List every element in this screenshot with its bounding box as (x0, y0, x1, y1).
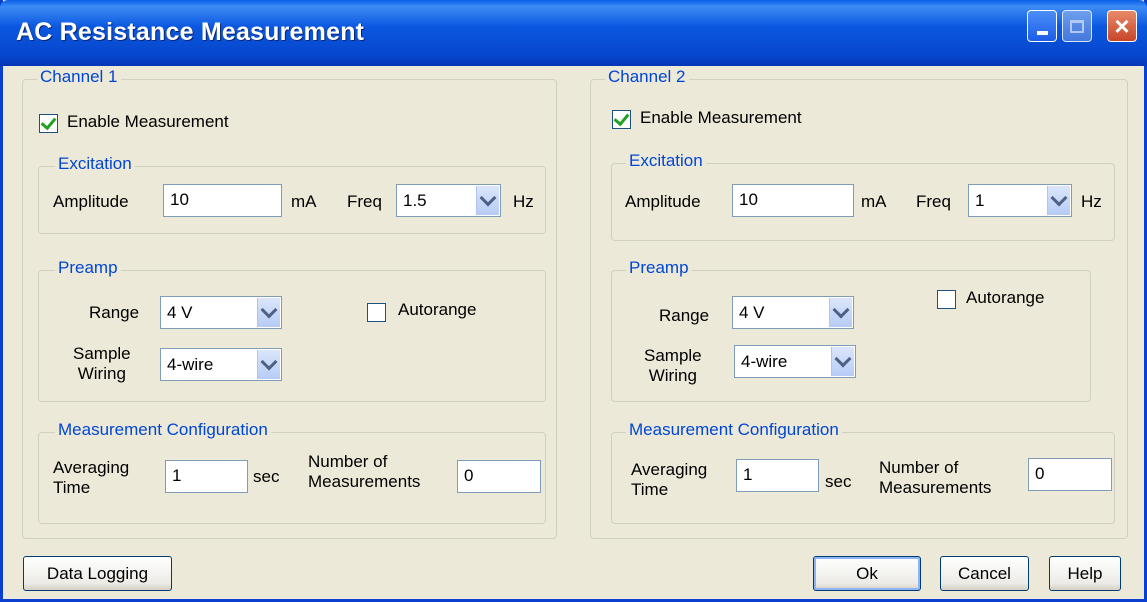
channel-2-freq-value: 1 (975, 191, 985, 210)
channel-2-averaging-label-line1: Averaging (631, 460, 708, 479)
channel-2-range-value: 4 V (739, 303, 765, 322)
channel-2-preamp-title: Preamp (626, 258, 692, 278)
channel-1-range-select[interactable]: 4 V (160, 296, 282, 329)
channel-1-config-title: Measurement Configuration (55, 420, 271, 440)
maximize-button[interactable] (1062, 10, 1092, 42)
cancel-button[interactable]: Cancel (940, 556, 1029, 591)
chevron-down-icon[interactable] (829, 298, 852, 327)
channel-1-wiring-label-line1: Sample (73, 344, 131, 363)
channel-2-autorange-label[interactable]: Autorange (966, 288, 1044, 308)
channel-1-preamp-title: Preamp (55, 258, 121, 278)
chevron-down-icon[interactable] (257, 298, 280, 327)
chevron-down-icon[interactable] (476, 186, 499, 215)
channel-2-config-title: Measurement Configuration (626, 420, 842, 440)
channel-2-averaging-input[interactable]: 1 (736, 459, 819, 492)
channel-1-autorange-checkbox[interactable] (367, 303, 386, 322)
channel-1-freq-value: 1.5 (403, 191, 427, 210)
channel-2-count-input[interactable]: 0 (1028, 458, 1112, 491)
ok-button[interactable]: Ok (813, 556, 921, 591)
channel-2-amplitude-unit: mA (861, 192, 887, 211)
window-title: AC Resistance Measurement (16, 18, 365, 46)
channel-1-freq-label: Freq (347, 192, 382, 211)
channel-1-averaging-input[interactable]: 1 (165, 460, 248, 493)
channel-2-freq-label: Freq (916, 192, 951, 211)
channel-2-amplitude-input[interactable]: 10 (732, 184, 854, 217)
checkmark-icon (613, 109, 630, 126)
channel-2-freq-select[interactable]: 1 (968, 184, 1072, 217)
minimize-button[interactable] (1027, 10, 1057, 42)
channel-1-count-label: Number of Measurements (308, 452, 420, 492)
channel-2-averaging-unit: sec (825, 472, 852, 491)
channel-2-wiring-value: 4-wire (741, 352, 788, 371)
channel-2-count-label: Number of Measurements (879, 458, 991, 498)
channel-2-wiring-select[interactable]: 4-wire (734, 345, 856, 378)
help-button[interactable]: Help (1049, 556, 1121, 591)
channel-1-autorange-label[interactable]: Autorange (398, 300, 476, 320)
channel-1-title: Channel 1 (37, 67, 121, 87)
maximize-icon (1070, 19, 1084, 33)
channel-2-amplitude-label: Amplitude (625, 192, 701, 211)
channel-2-title: Channel 2 (605, 67, 689, 87)
channel-2-wiring-label: Sample Wiring (644, 346, 702, 386)
channel-2-wiring-label-line1: Sample (644, 346, 702, 365)
dialog-window: AC Resistance Measurement × Channel 1 En… (0, 0, 1147, 602)
channel-2-range-label: Range (659, 306, 710, 325)
close-icon: × (1114, 11, 1130, 41)
title-bar[interactable]: AC Resistance Measurement × (0, 0, 1147, 66)
data-logging-button[interactable]: Data Logging (23, 556, 172, 591)
channel-1-averaging-unit: sec (253, 467, 280, 486)
channel-1-averaging-label-line2: Time (53, 478, 91, 497)
channel-2-averaging-label-line2: Time (631, 480, 669, 499)
channel-1-enable-checkbox[interactable] (39, 113, 58, 133)
channel-1-averaging-label: Averaging Time (53, 458, 129, 498)
channel-2-count-label-line2: Measurements (879, 478, 992, 497)
channel-1-range-label: Range (89, 303, 140, 322)
channel-2-range-select[interactable]: 4 V (732, 296, 854, 329)
channel-2-enable-checkbox[interactable] (612, 109, 631, 129)
channel-2-wiring-label-line2: Wiring (648, 366, 697, 385)
channel-2-autorange-checkbox[interactable] (937, 290, 956, 309)
channel-1-freq-unit: Hz (513, 192, 534, 211)
channel-1-amplitude-unit: mA (291, 192, 317, 211)
channel-1-wiring-select[interactable]: 4-wire (160, 348, 282, 381)
minimize-icon (1036, 31, 1048, 35)
channel-1-wiring-label: Sample Wiring (73, 344, 131, 384)
chevron-down-icon[interactable] (257, 350, 280, 379)
channel-2-excitation-title: Excitation (626, 151, 706, 171)
channel-1-wiring-value: 4-wire (167, 355, 214, 374)
channel-1-averaging-label-line1: Averaging (53, 458, 130, 477)
chevron-down-icon[interactable] (831, 347, 854, 376)
channel-1-enable-label[interactable]: Enable Measurement (67, 112, 229, 132)
checkmark-icon (40, 113, 57, 130)
channel-1-count-label-line1: Number of (308, 452, 388, 471)
channel-1-excitation-title: Excitation (55, 154, 135, 174)
channel-1-amplitude-input[interactable]: 10 (163, 184, 282, 217)
channel-2-averaging-label: Averaging Time (631, 460, 707, 500)
channel-1-freq-select[interactable]: 1.5 (396, 184, 501, 217)
channel-2-count-label-line1: Number of (879, 458, 959, 477)
channel-1-count-input[interactable]: 0 (457, 460, 541, 493)
close-button[interactable]: × (1107, 10, 1137, 42)
channel-1-wiring-label-line2: Wiring (77, 364, 126, 383)
channel-1-amplitude-label: Amplitude (53, 192, 129, 211)
channel-2-freq-unit: Hz (1081, 192, 1102, 211)
channel-1-range-value: 4 V (167, 303, 193, 322)
channel-1-count-label-line2: Measurements (308, 472, 421, 491)
chevron-down-icon[interactable] (1047, 186, 1070, 215)
channel-2-enable-label[interactable]: Enable Measurement (640, 108, 802, 128)
